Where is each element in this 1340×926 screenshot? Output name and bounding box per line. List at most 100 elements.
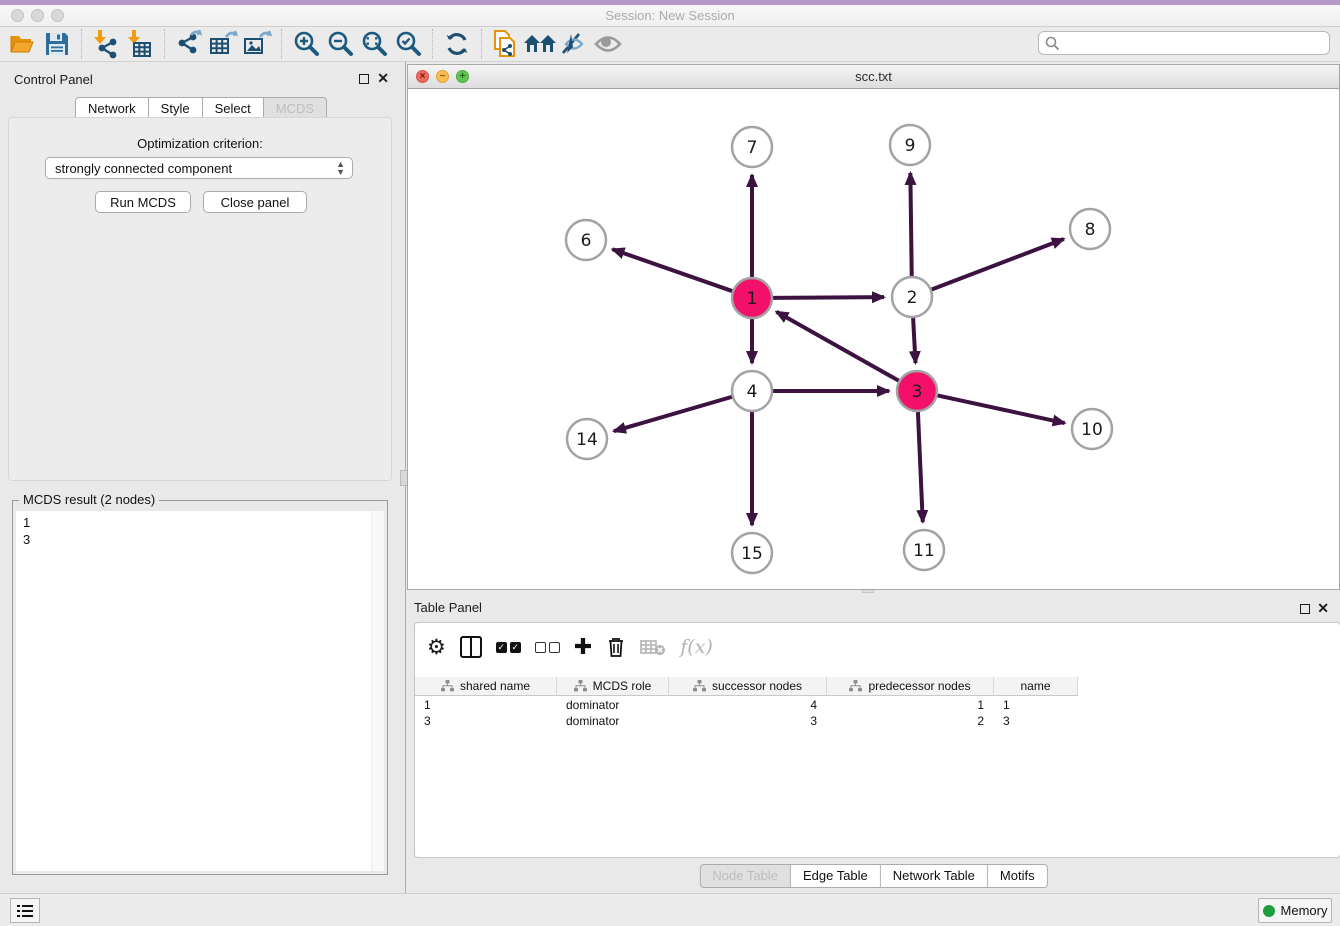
export-image-icon[interactable] <box>240 28 274 60</box>
save-session-icon[interactable] <box>40 28 74 60</box>
column-header-predecessor-nodes[interactable]: predecessor nodes <box>827 677 994 696</box>
apply-layout-icon[interactable] <box>440 28 474 60</box>
table-cell[interactable]: 1 <box>994 697 1078 713</box>
toolbar-separator <box>281 29 282 59</box>
table-panel: Table Panel ✕ ⚙ ✓✓ ✚ f(x) shared name MCD… <box>407 598 1340 890</box>
zoom-fit-icon[interactable] <box>357 28 391 60</box>
run-mcds-button[interactable]: Run MCDS <box>95 191 191 213</box>
table-row[interactable]: 1dominator411 <box>415 697 1078 713</box>
import-network-icon[interactable] <box>89 28 123 60</box>
optimization-label: Optimization criterion: <box>9 136 391 151</box>
close-panel-button[interactable]: Close panel <box>203 191 307 213</box>
export-table-icon[interactable] <box>206 28 240 60</box>
column-header-MCDS-role[interactable]: MCDS role <box>557 677 669 696</box>
table-cell[interactable]: 3 <box>415 713 557 729</box>
export-network-icon[interactable] <box>172 28 206 60</box>
tab-motifs[interactable]: Motifs <box>988 864 1048 888</box>
memory-label: Memory <box>1281 903 1328 918</box>
toolbar-separator <box>164 29 165 59</box>
tab-node-table[interactable]: Node Table <box>699 864 791 888</box>
memory-button[interactable]: Memory <box>1258 898 1332 923</box>
table-cell[interactable]: 1 <box>415 697 557 713</box>
hide-graphics-icon[interactable] <box>557 28 591 60</box>
column-header-name[interactable]: name <box>994 677 1078 696</box>
table-panel-title: Table Panel <box>414 600 482 615</box>
graph-node-label: 7 <box>747 138 758 158</box>
deselect-all-icon[interactable] <box>535 632 560 662</box>
column-header-label: MCDS role <box>593 679 652 693</box>
search-icon <box>1045 36 1060 51</box>
memory-status-icon <box>1263 905 1275 917</box>
float-panel-icon[interactable] <box>359 74 369 84</box>
control-panel: Control Panel ✕ NetworkStyleSelectMCDS O… <box>0 62 402 893</box>
graph-edge-2-8[interactable] <box>932 239 1064 290</box>
table-cell[interactable]: dominator <box>557 713 669 729</box>
zoom-out-icon[interactable] <box>323 28 357 60</box>
show-columns-icon[interactable] <box>460 632 482 662</box>
list-icon <box>17 905 33 917</box>
graph-edge-3-10[interactable] <box>938 395 1065 423</box>
column-header-label: successor nodes <box>712 679 802 693</box>
vertical-splitter[interactable] <box>402 62 406 893</box>
table-header-row: shared name MCDS role successor nodes prede… <box>415 677 1078 696</box>
app-title: Session: New Session <box>0 8 1340 23</box>
table-row[interactable]: 3dominator323 <box>415 713 1078 729</box>
result-line: 3 <box>23 531 384 548</box>
delete-table-icon[interactable] <box>640 632 666 662</box>
clone-network-icon[interactable] <box>489 28 523 60</box>
column-header-label: predecessor nodes <box>868 679 970 693</box>
graph-edge-1-6[interactable] <box>612 249 732 291</box>
import-table-icon[interactable] <box>123 28 157 60</box>
table-cell[interactable]: 2 <box>827 713 994 729</box>
task-history-button[interactable] <box>10 898 40 923</box>
network-canvas[interactable]: 7968124314101511 <box>408 89 1339 589</box>
open-session-icon[interactable] <box>6 28 40 60</box>
select-all-icon[interactable]: ✓✓ <box>496 632 521 662</box>
table-cell[interactable]: 3 <box>994 713 1078 729</box>
network-titlebar[interactable]: × − + scc.txt <box>408 65 1339 89</box>
result-line: 1 <box>23 514 384 531</box>
column-header-label: name <box>1020 679 1050 693</box>
optimization-select-value: strongly connected component <box>55 161 232 176</box>
graph-node-label: 11 <box>913 541 935 561</box>
table-settings-icon[interactable]: ⚙ <box>427 632 446 662</box>
graph-node-label: 9 <box>905 136 916 156</box>
optimization-select[interactable]: strongly connected component ▲▼ <box>45 157 353 179</box>
search-input[interactable] <box>1064 36 1329 50</box>
first-neighbors-icon[interactable] <box>523 28 557 60</box>
close-panel-icon[interactable]: ✕ <box>1317 600 1329 617</box>
graph-node-label: 10 <box>1081 420 1103 440</box>
function-builder-icon[interactable]: f(x) <box>680 632 713 662</box>
graph-edge-4-14[interactable] <box>614 397 732 431</box>
mcds-result-list[interactable]: 13 <box>16 511 384 871</box>
graph-node-label: 2 <box>907 288 918 308</box>
tab-network-table[interactable]: Network Table <box>881 864 988 888</box>
graph-edge-2-9[interactable] <box>910 173 911 276</box>
mcds-pane: Optimization criterion: strongly connect… <box>8 117 392 481</box>
graph-edge-3-1[interactable] <box>776 312 898 381</box>
show-graphics-icon[interactable] <box>591 28 625 60</box>
zoom-in-icon[interactable] <box>289 28 323 60</box>
network-title: scc.txt <box>408 69 1339 84</box>
column-header-successor-nodes[interactable]: successor nodes <box>669 677 827 696</box>
table-cell[interactable]: 1 <box>827 697 994 713</box>
zoom-selected-icon[interactable] <box>391 28 425 60</box>
float-panel-icon[interactable] <box>1300 604 1310 614</box>
graph-edge-3-11[interactable] <box>918 412 923 522</box>
add-column-icon[interactable]: ✚ <box>574 632 592 662</box>
graph-edge-2-3[interactable] <box>913 318 915 363</box>
search-box[interactable] <box>1038 31 1330 55</box>
table-cell[interactable]: 4 <box>669 697 827 713</box>
network-graph[interactable]: 7968124314101511 <box>408 89 1339 589</box>
toolbar-separator <box>81 29 82 59</box>
column-header-shared-name[interactable]: shared name <box>415 677 557 696</box>
table-cell[interactable]: 3 <box>669 713 827 729</box>
graph-edge-1-2[interactable] <box>773 297 884 298</box>
table-tabs: Node TableEdge TableNetwork TableMotifs <box>699 864 1047 888</box>
close-panel-icon[interactable]: ✕ <box>377 70 389 87</box>
scrollbar-track[interactable] <box>371 511 384 871</box>
delete-column-icon[interactable] <box>606 632 626 662</box>
tab-edge-table[interactable]: Edge Table <box>791 864 881 888</box>
table-cell[interactable]: dominator <box>557 697 669 713</box>
table-toolbar: ⚙ ✓✓ ✚ f(x) <box>415 623 1340 671</box>
